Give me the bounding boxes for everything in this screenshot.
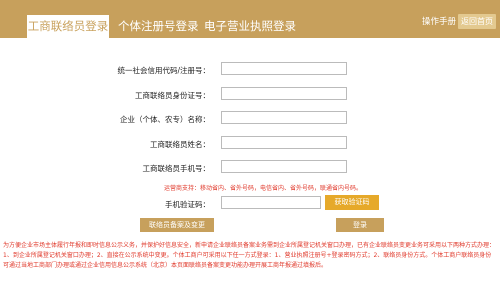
credit-code-input[interactable] <box>221 62 347 75</box>
liaison-register-button[interactable]: 联络员备案及变更 <box>140 218 214 232</box>
phone-input[interactable] <box>221 160 347 173</box>
company-name-input[interactable] <box>221 111 347 124</box>
login-button[interactable]: 登录 <box>336 218 384 232</box>
carrier-hint: 运营商支持：移动省内、省外号码，电信省内、省外号码，联通省内号码。 <box>164 185 363 192</box>
sms-code-input[interactable] <box>221 196 321 209</box>
manual-link[interactable]: 操作手册 <box>422 15 456 27</box>
get-code-button[interactable]: 获取验证码 <box>325 195 379 210</box>
liaison-name-label: 工商联络员姓名： <box>150 140 210 149</box>
notice-text: 为方便企业市场主体履行年报和即时信息公示义务，并保护好信息安全，新申请企业联络员… <box>3 242 496 269</box>
id-number-input[interactable] <box>221 87 347 100</box>
tab-liaison-login[interactable]: 工商联络员登录 <box>27 15 109 38</box>
tab-e-license-login[interactable]: 电子营业执照登录 <box>204 15 296 38</box>
phone-label: 工商联络员手机号： <box>142 164 211 173</box>
id-number-label: 工商联络员身份证号： <box>135 91 210 100</box>
tab-individual-login[interactable]: 个体注册号登录 <box>118 15 199 38</box>
liaison-name-input[interactable] <box>221 136 347 149</box>
top-nav-bar: 工商联络员登录 个体注册号登录 电子营业执照登录 操作手册 返回首页 <box>0 0 500 38</box>
credit-code-label: 统一社会信用代码/注册号： <box>117 66 210 75</box>
company-name-label: 企业（个体、农专）名称： <box>120 115 210 124</box>
sms-code-label: 手机验证码： <box>165 200 210 209</box>
back-home-button[interactable]: 返回首页 <box>458 14 496 29</box>
